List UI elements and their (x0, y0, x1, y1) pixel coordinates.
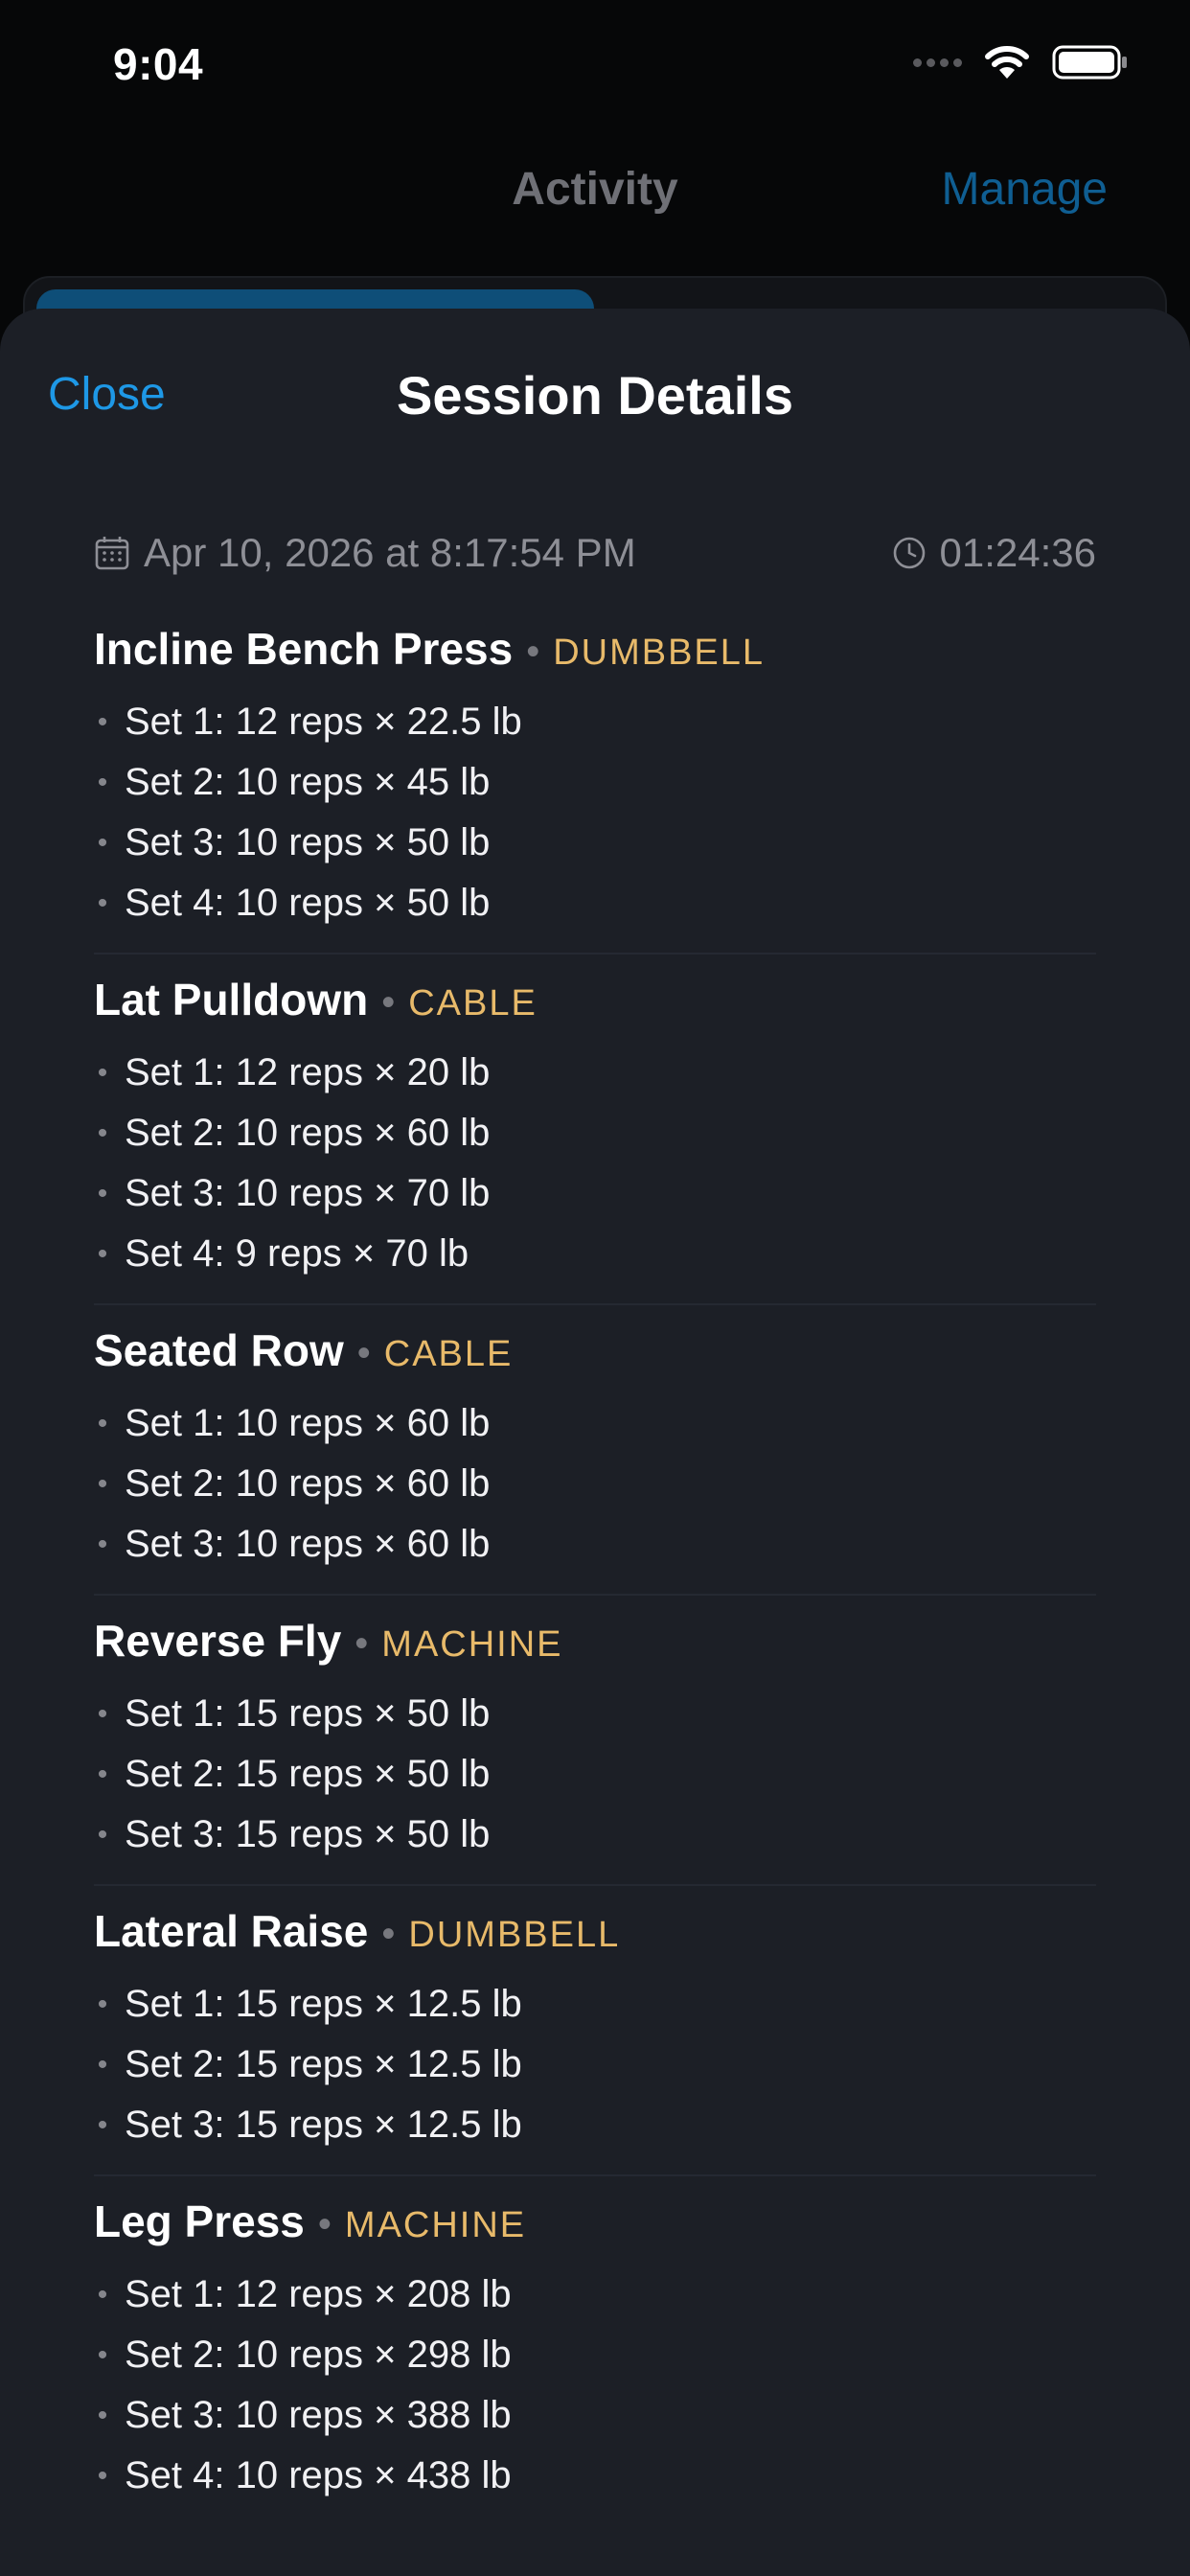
set-list: • Set 1: 12 reps × 22.5 lb • Set 2: 10 rep… (94, 692, 1096, 933)
equipment-type: DUMBBELL (408, 1915, 621, 1955)
set-text: Set 2: 10 reps × 60 lb (125, 1462, 491, 1505)
screen: 9:04 Activity Manage Close Session Detai… (0, 0, 1190, 2576)
set-row: • Set 4: 10 reps × 438 lb (97, 2454, 512, 2496)
set-row: • Set 2: 15 reps × 50 lb (97, 1753, 491, 1795)
set-text: Set 4: 10 reps × 438 lb (125, 2454, 512, 2496)
set-text: Set 1: 12 reps × 208 lb (125, 2273, 512, 2315)
separator-dot: • (526, 631, 540, 673)
set-row: • Set 3: 10 reps × 60 lb (97, 1523, 491, 1565)
separator-dot: • (381, 981, 396, 1024)
set-row: • Set 1: 10 reps × 60 lb (97, 1402, 491, 1444)
set-row: • Set 2: 15 reps × 12.5 lb (97, 2043, 522, 2085)
exercise-header: Leg Press • MACHINE (94, 2196, 1096, 2259)
set-text: Set 3: 10 reps × 50 lb (125, 821, 491, 863)
set-row: • Set 3: 15 reps × 50 lb (97, 1813, 491, 1855)
status-time: 9:04 (113, 39, 204, 89)
equipment-type: CABLE (408, 983, 538, 1024)
exercise-header: Reverse Fly • MACHINE (94, 1615, 1096, 1678)
cellular-signal-icon (913, 58, 962, 67)
manage-button[interactable]: Manage (942, 163, 1108, 216)
set-text: Set 1: 10 reps × 60 lb (125, 1402, 491, 1444)
session-date: Apr 10, 2026 at 8:17:54 PM (94, 530, 636, 576)
wifi-icon (985, 46, 1029, 79)
battery-icon (1052, 45, 1127, 80)
set-text: Set 1: 12 reps × 20 lb (125, 1051, 491, 1093)
exercise-item: Lateral Raise • DUMBBELL • Set 1: 15 reps… (94, 1896, 1096, 2176)
set-list: • Set 1: 15 reps × 12.5 lb • Set 2: 15 rep… (94, 1974, 1096, 2155)
set-row: • Set 3: 15 reps × 12.5 lb (97, 2104, 522, 2146)
exercise-list: Incline Bench Press • DUMBBELL • Set 1: 1… (94, 613, 1096, 2535)
set-text: Set 3: 10 reps × 388 lb (125, 2394, 512, 2436)
set-row: • Set 3: 10 reps × 388 lb (97, 2394, 512, 2436)
set-row: • Set 4: 10 reps × 50 lb (97, 882, 491, 924)
exercise-name: Incline Bench Press (94, 624, 514, 674)
set-row: • Set 4: 9 reps × 70 lb (97, 1232, 469, 1275)
set-row: • Set 2: 10 reps × 60 lb (97, 1462, 491, 1505)
set-row: • Set 1: 15 reps × 12.5 lb (97, 1983, 522, 2025)
exercise-header: Seated Row • CABLE (94, 1324, 1096, 1388)
set-row: • Set 2: 10 reps × 60 lb (97, 1112, 491, 1154)
exercise-name: Seated Row (94, 1325, 344, 1375)
set-text: Set 4: 9 reps × 70 lb (125, 1232, 469, 1275)
session-duration-text: 01:24:36 (939, 530, 1097, 575)
clock-icon (893, 537, 925, 569)
set-text: Set 3: 10 reps × 60 lb (125, 1523, 491, 1565)
equipment-type: DUMBBELL (553, 632, 766, 673)
set-text: Set 3: 15 reps × 50 lb (125, 1813, 491, 1855)
exercise-item: Seated Row • CABLE • Set 1: 10 reps × 60 … (94, 1315, 1096, 1596)
exercise-header: Lat Pulldown • CABLE (94, 974, 1096, 1037)
set-text: Set 2: 10 reps × 60 lb (125, 1112, 491, 1154)
set-text: Set 3: 10 reps × 70 lb (125, 1172, 491, 1214)
exercise-header: Incline Bench Press • DUMBBELL (94, 623, 1096, 686)
exercise-item: Incline Bench Press • DUMBBELL • Set 1: 1… (94, 613, 1096, 954)
sheet-title: Session Details (397, 365, 793, 426)
exercise-item: Lat Pulldown • CABLE • Set 1: 12 reps × 2… (94, 964, 1096, 1305)
set-list: • Set 1: 12 reps × 20 lb • Set 2: 10 reps … (94, 1043, 1096, 1284)
exercise-name: Leg Press (94, 2196, 305, 2246)
exercise-item: Reverse Fly • MACHINE • Set 1: 15 reps × … (94, 1605, 1096, 1886)
set-row: • Set 1: 12 reps × 20 lb (97, 1051, 491, 1093)
equipment-type: MACHINE (344, 2205, 527, 2245)
set-text: Set 4: 10 reps × 50 lb (125, 882, 491, 924)
exercise-name: Lateral Raise (94, 1906, 369, 1956)
equipment-type: MACHINE (381, 1624, 563, 1665)
session-duration: 01:24:36 (892, 530, 1097, 576)
set-row: • Set 1: 12 reps × 22.5 lb (97, 701, 522, 743)
exercise-item: Leg Press • MACHINE • Set 1: 12 reps × 20… (94, 2186, 1096, 2525)
set-text: Set 1: 15 reps × 50 lb (125, 1692, 491, 1735)
calendar-icon (95, 537, 129, 570)
separator-dot: • (381, 1913, 396, 1955)
status-bar: 9:04 (0, 0, 1190, 134)
set-text: Set 2: 10 reps × 45 lb (125, 761, 491, 803)
set-list: • Set 1: 10 reps × 60 lb • Set 2: 10 reps … (94, 1393, 1096, 1575)
session-meta: Apr 10, 2026 at 8:17:54 PM 01:24:36 (94, 527, 1096, 579)
sheet-header: Close Session Details (0, 309, 1190, 481)
session-date-text: Apr 10, 2026 at 8:17:54 PM (144, 530, 636, 575)
set-row: • Set 3: 10 reps × 70 lb (97, 1172, 491, 1214)
set-text: Set 2: 10 reps × 298 lb (125, 2334, 512, 2376)
set-row: • Set 3: 10 reps × 50 lb (97, 821, 491, 863)
set-text: Set 1: 15 reps × 12.5 lb (125, 1983, 522, 2025)
set-text: Set 3: 15 reps × 12.5 lb (125, 2104, 522, 2146)
session-details-sheet: Close Session Details Apr 10, 2026 at 8:… (0, 309, 1190, 2576)
status-icons (913, 44, 1129, 80)
background-nav: Activity Manage (0, 134, 1190, 249)
set-row: • Set 1: 15 reps × 50 lb (97, 1692, 491, 1735)
exercise-header: Lateral Raise • DUMBBELL (94, 1905, 1096, 1968)
equipment-type: CABLE (383, 1334, 514, 1374)
separator-dot: • (355, 1622, 369, 1665)
set-list: • Set 1: 15 reps × 50 lb • Set 2: 15 reps … (94, 1684, 1096, 1865)
set-list: • Set 1: 12 reps × 208 lb • Set 2: 10 reps… (94, 2265, 1096, 2506)
set-row: • Set 2: 10 reps × 45 lb (97, 761, 491, 803)
set-row: • Set 2: 10 reps × 298 lb (97, 2334, 512, 2376)
set-text: Set 2: 15 reps × 50 lb (125, 1753, 491, 1795)
exercise-name: Lat Pulldown (94, 975, 369, 1024)
set-text: Set 2: 15 reps × 12.5 lb (125, 2043, 522, 2085)
exercise-name: Reverse Fly (94, 1616, 342, 1666)
set-text: Set 1: 12 reps × 22.5 lb (125, 701, 522, 743)
set-row: • Set 1: 12 reps × 208 lb (97, 2273, 512, 2315)
separator-dot: • (356, 1332, 371, 1374)
separator-dot: • (317, 2203, 332, 2245)
